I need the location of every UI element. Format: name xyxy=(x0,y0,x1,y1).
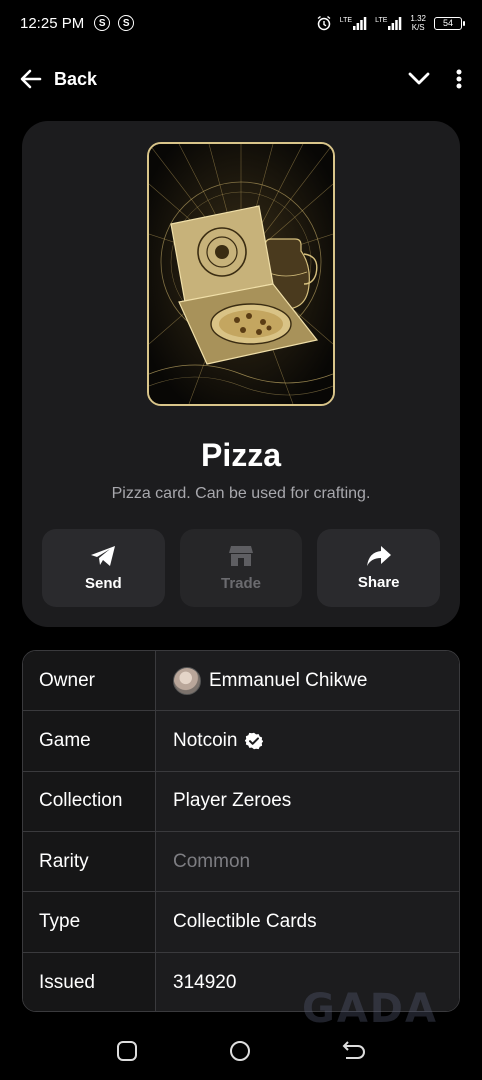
back-nav-icon[interactable] xyxy=(342,1040,366,1062)
detail-row-owner: Owner Emmanuel Chikwe xyxy=(23,651,459,712)
recent-apps-icon[interactable] xyxy=(116,1040,138,1062)
system-nav-bar xyxy=(0,1022,482,1080)
home-icon[interactable] xyxy=(229,1040,251,1062)
owner-name: Emmanuel Chikwe xyxy=(209,669,368,691)
alarm-icon xyxy=(316,15,332,31)
signal-icon: LTE xyxy=(339,16,367,30)
network-speed: 1.32 K/S xyxy=(410,14,426,32)
status-bar: 12:25 PM S S LTE LTE 1.32 K/S 54 xyxy=(0,0,482,46)
app-badge-icon: S xyxy=(94,15,111,31)
detail-label: Owner xyxy=(23,651,156,711)
detail-label: Rarity xyxy=(23,831,156,892)
verified-icon xyxy=(245,732,264,750)
back-button[interactable]: Back xyxy=(20,69,97,90)
battery-level: 54 xyxy=(442,18,453,28)
item-details-table: Owner Emmanuel Chikwe Game Notcoin Colle… xyxy=(22,650,460,1012)
item-title: Pizza xyxy=(200,437,282,473)
share-button[interactable]: Share xyxy=(317,529,441,607)
trade-button[interactable]: Trade xyxy=(179,529,303,607)
arrow-left-icon xyxy=(20,69,42,89)
detail-row-game: Game Notcoin xyxy=(23,711,459,772)
store-icon xyxy=(229,545,253,567)
back-label: Back xyxy=(54,68,98,89)
type-value: Collectible Cards xyxy=(156,892,459,952)
item-card-panel: Pizza Pizza card. Can be used for crafti… xyxy=(22,121,460,627)
detail-label: Type xyxy=(23,892,156,952)
detail-row-rarity: Rarity Common xyxy=(23,831,459,893)
detail-label: Issued xyxy=(23,952,156,1011)
battery-icon: 54 xyxy=(434,16,465,30)
detail-row-type: Type Collectible Cards xyxy=(23,892,459,953)
send-label: Send xyxy=(84,574,122,592)
trade-label: Trade xyxy=(220,574,262,592)
detail-label: Game xyxy=(23,711,156,771)
action-buttons: Send Trade Share xyxy=(42,529,441,607)
game-name: Notcoin xyxy=(173,729,238,751)
more-vertical-icon[interactable] xyxy=(456,69,462,89)
share-icon xyxy=(366,545,391,566)
signal-icon: LTE xyxy=(375,16,402,30)
send-button[interactable]: Send xyxy=(42,529,165,607)
network-type-label: LTE xyxy=(339,16,353,24)
detail-row-collection: Collection Player Zeroes xyxy=(23,771,459,832)
network-type-label: LTE xyxy=(375,16,388,24)
send-icon xyxy=(90,545,116,567)
network-speed-unit: K/S xyxy=(411,23,425,32)
top-bar: Back xyxy=(0,56,482,102)
status-time: 12:25 PM xyxy=(20,14,85,32)
status-indicators: LTE LTE 1.32 K/S 54 xyxy=(316,14,465,32)
detail-label: Collection xyxy=(23,771,156,831)
chevron-down-icon[interactable] xyxy=(408,72,430,86)
app-badge-icon: S xyxy=(118,15,135,31)
pizza-card-image xyxy=(147,142,335,406)
collection-value[interactable]: Player Zeroes xyxy=(156,771,459,831)
avatar xyxy=(173,666,201,695)
item-description: Pizza card. Can be used for crafting. xyxy=(111,485,371,502)
owner-value[interactable]: Emmanuel Chikwe xyxy=(156,651,459,711)
top-actions xyxy=(408,69,462,89)
game-value[interactable]: Notcoin xyxy=(156,711,459,771)
rarity-value: Common xyxy=(156,831,459,892)
share-label: Share xyxy=(357,573,400,591)
network-speed-value: 1.32 xyxy=(410,14,426,23)
